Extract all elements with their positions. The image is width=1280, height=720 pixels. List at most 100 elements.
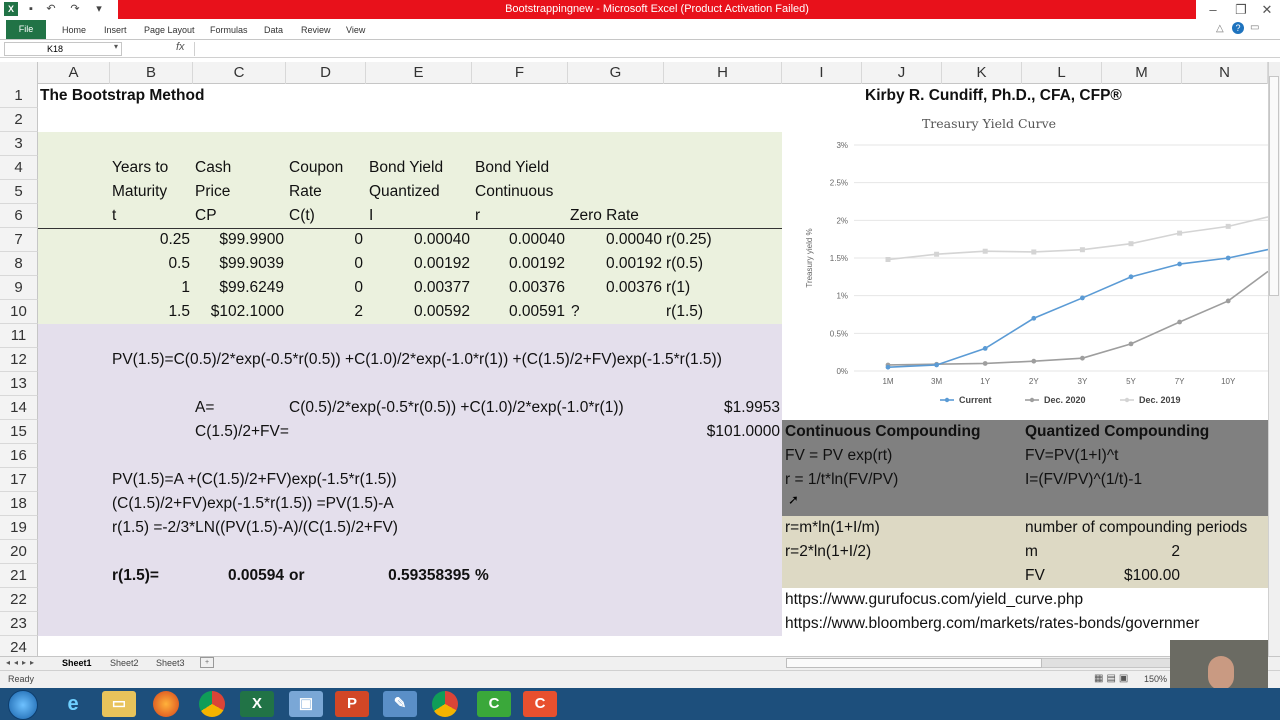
- col-header-f[interactable]: F: [472, 62, 568, 84]
- table-cell-r7-c0[interactable]: 0.25: [110, 228, 190, 252]
- cell-l16[interactable]: I=(FV/PV)^(1/t)-1: [1025, 468, 1142, 492]
- table-cell-r8-c4[interactable]: 0.00192: [472, 252, 565, 276]
- cell-c4[interactable]: Cash: [195, 156, 231, 180]
- col-header-a[interactable]: A: [38, 62, 110, 84]
- cell-i14[interactable]: Continuous Compounding: [785, 420, 980, 444]
- cell-l20[interactable]: m: [1025, 540, 1038, 564]
- cell-f21[interactable]: %: [475, 564, 489, 588]
- sheet-tab-sheet3[interactable]: Sheet3: [156, 656, 185, 670]
- cell-a1-title[interactable]: The Bootstrap Method: [40, 84, 204, 108]
- cell-d6[interactable]: C(t): [289, 204, 315, 228]
- table-cell-r9-c2[interactable]: 0: [286, 276, 363, 300]
- cell-b5[interactable]: Maturity: [112, 180, 167, 204]
- cell-e6[interactable]: I: [369, 204, 373, 228]
- sheet-nav-arrows-icon[interactable]: ◂◂▸▸: [6, 656, 38, 670]
- row-header-21[interactable]: 21: [0, 564, 38, 588]
- name-box-dropdown-icon[interactable]: ▾: [114, 42, 118, 51]
- table-cell-r8-c3[interactable]: 0.00192: [366, 252, 470, 276]
- row-header-7[interactable]: 7: [0, 228, 38, 252]
- cell-c5[interactable]: Price: [195, 180, 230, 204]
- cell-d4[interactable]: Coupon: [289, 156, 343, 180]
- powerpoint-icon[interactable]: P: [335, 691, 369, 717]
- horizontal-scroll-thumb[interactable]: [786, 658, 1042, 668]
- insert-sheet-icon[interactable]: +: [200, 657, 214, 668]
- cell-i16[interactable]: r = 1/t*ln(FV/PV): [785, 468, 898, 492]
- row-header-8[interactable]: 8: [0, 252, 38, 276]
- table-cell-r7-c4[interactable]: 0.00040: [472, 228, 565, 252]
- cell-m21[interactable]: $100.00: [1102, 564, 1180, 588]
- camtasia-editor-icon[interactable]: C: [523, 691, 557, 717]
- chrome-second-icon[interactable]: [432, 691, 458, 717]
- row-header-20[interactable]: 20: [0, 540, 38, 564]
- cell-i22-link[interactable]: https://www.gurufocus.com/yield_curve.ph…: [785, 588, 1083, 612]
- table-cell-r10-c4[interactable]: 0.00591: [472, 300, 565, 324]
- cell-l19[interactable]: number of compounding periods: [1025, 516, 1268, 540]
- col-header-m[interactable]: M: [1102, 62, 1182, 84]
- tab-file[interactable]: File: [6, 20, 46, 39]
- file-explorer-icon[interactable]: ▭: [102, 691, 136, 717]
- excel-taskbar-icon[interactable]: X: [240, 691, 274, 717]
- treasury-yield-chart[interactable]: Treasury Yield Curve Treasury yield % 0%…: [782, 108, 1268, 414]
- cell-i20[interactable]: r=2*ln(1+I/2): [785, 540, 871, 564]
- cell-b19[interactable]: r(1.5) =-2/3*LN((PV(1.5)-A)/(C(1.5)/2+FV…: [112, 516, 398, 540]
- select-all-corner[interactable]: [0, 62, 38, 84]
- row-header-12[interactable]: 12: [0, 348, 38, 372]
- formula-input[interactable]: [194, 42, 1268, 56]
- tab-view[interactable]: View: [346, 20, 365, 40]
- table-cell-r8-c0[interactable]: 0.5: [110, 252, 190, 276]
- remote-desktop-icon[interactable]: ▣: [289, 691, 323, 717]
- cell-c14[interactable]: A=: [195, 396, 214, 420]
- col-header-b[interactable]: B: [110, 62, 193, 84]
- restore-button[interactable]: ❐: [1228, 0, 1254, 20]
- cell-d21[interactable]: or: [289, 564, 305, 588]
- cell-j1-author[interactable]: Kirby R. Cundiff, Ph.D., CFA, CFP®: [865, 84, 1122, 108]
- sheet-tab-sheet2[interactable]: Sheet2: [110, 656, 139, 670]
- row-header-18[interactable]: 18: [0, 492, 38, 516]
- table-cell-r10-c3[interactable]: 0.00592: [366, 300, 470, 324]
- table-cell-r10-c2[interactable]: 2: [286, 300, 363, 324]
- sheet-tab-sheet1[interactable]: Sheet1: [62, 656, 92, 670]
- table-cell-r8-c6[interactable]: r(0.5): [666, 252, 766, 276]
- row-header-3[interactable]: 3: [0, 132, 38, 156]
- save-icon[interactable]: ▪: [24, 2, 38, 16]
- cell-l15[interactable]: FV=PV(1+I)^t: [1025, 444, 1118, 468]
- view-mode-icons[interactable]: ▦▤▣: [1094, 673, 1131, 684]
- row-header-16[interactable]: 16: [0, 444, 38, 468]
- tab-data[interactable]: Data: [264, 20, 283, 40]
- col-header-c[interactable]: C: [193, 62, 286, 84]
- table-cell-r9-c5[interactable]: 0.00376: [568, 276, 662, 300]
- minimize-button[interactable]: –: [1200, 0, 1226, 20]
- vertical-scroll-thumb[interactable]: [1269, 76, 1279, 296]
- workbook-restore-icon[interactable]: ▭: [1250, 22, 1259, 33]
- col-header-j[interactable]: J: [862, 62, 942, 84]
- cell-b4[interactable]: Years to: [112, 156, 168, 180]
- row-header-15[interactable]: 15: [0, 420, 38, 444]
- table-cell-r9-c0[interactable]: 1: [110, 276, 190, 300]
- table-cell-r7-c3[interactable]: 0.00040: [366, 228, 470, 252]
- cell-f5[interactable]: Continuous: [475, 180, 553, 204]
- table-cell-r10-c5[interactable]: ?: [571, 300, 580, 324]
- table-cell-r8-c1[interactable]: $99.9039: [193, 252, 284, 276]
- tab-formulas[interactable]: Formulas: [210, 20, 248, 40]
- row-header-17[interactable]: 17: [0, 468, 38, 492]
- cell-i19[interactable]: r=m*ln(1+I/m): [785, 516, 880, 540]
- table-cell-r8-c5[interactable]: 0.00192: [568, 252, 662, 276]
- redo-icon[interactable]: ↷: [68, 2, 82, 16]
- cell-b6[interactable]: t: [112, 204, 116, 228]
- row-header-10[interactable]: 10: [0, 300, 38, 324]
- help-icon[interactable]: ?: [1232, 22, 1244, 34]
- table-cell-r10-c0[interactable]: 1.5: [110, 300, 190, 324]
- tab-insert[interactable]: Insert: [104, 20, 127, 40]
- tab-page-layout[interactable]: Page Layout: [144, 20, 195, 40]
- table-cell-r7-c6[interactable]: r(0.25): [666, 228, 766, 252]
- row-header-2[interactable]: 2: [0, 108, 38, 132]
- row-header-22[interactable]: 22: [0, 588, 38, 612]
- insert-function-icon[interactable]: fx: [176, 41, 185, 53]
- row-header-14[interactable]: 14: [0, 396, 38, 420]
- row-header-9[interactable]: 9: [0, 276, 38, 300]
- cell-i15[interactable]: FV = PV exp(rt): [785, 444, 892, 468]
- firefox-icon[interactable]: [153, 691, 179, 717]
- tab-home[interactable]: Home: [62, 20, 86, 40]
- row-header-11[interactable]: 11: [0, 324, 38, 348]
- cell-b21[interactable]: r(1.5)=: [112, 564, 159, 588]
